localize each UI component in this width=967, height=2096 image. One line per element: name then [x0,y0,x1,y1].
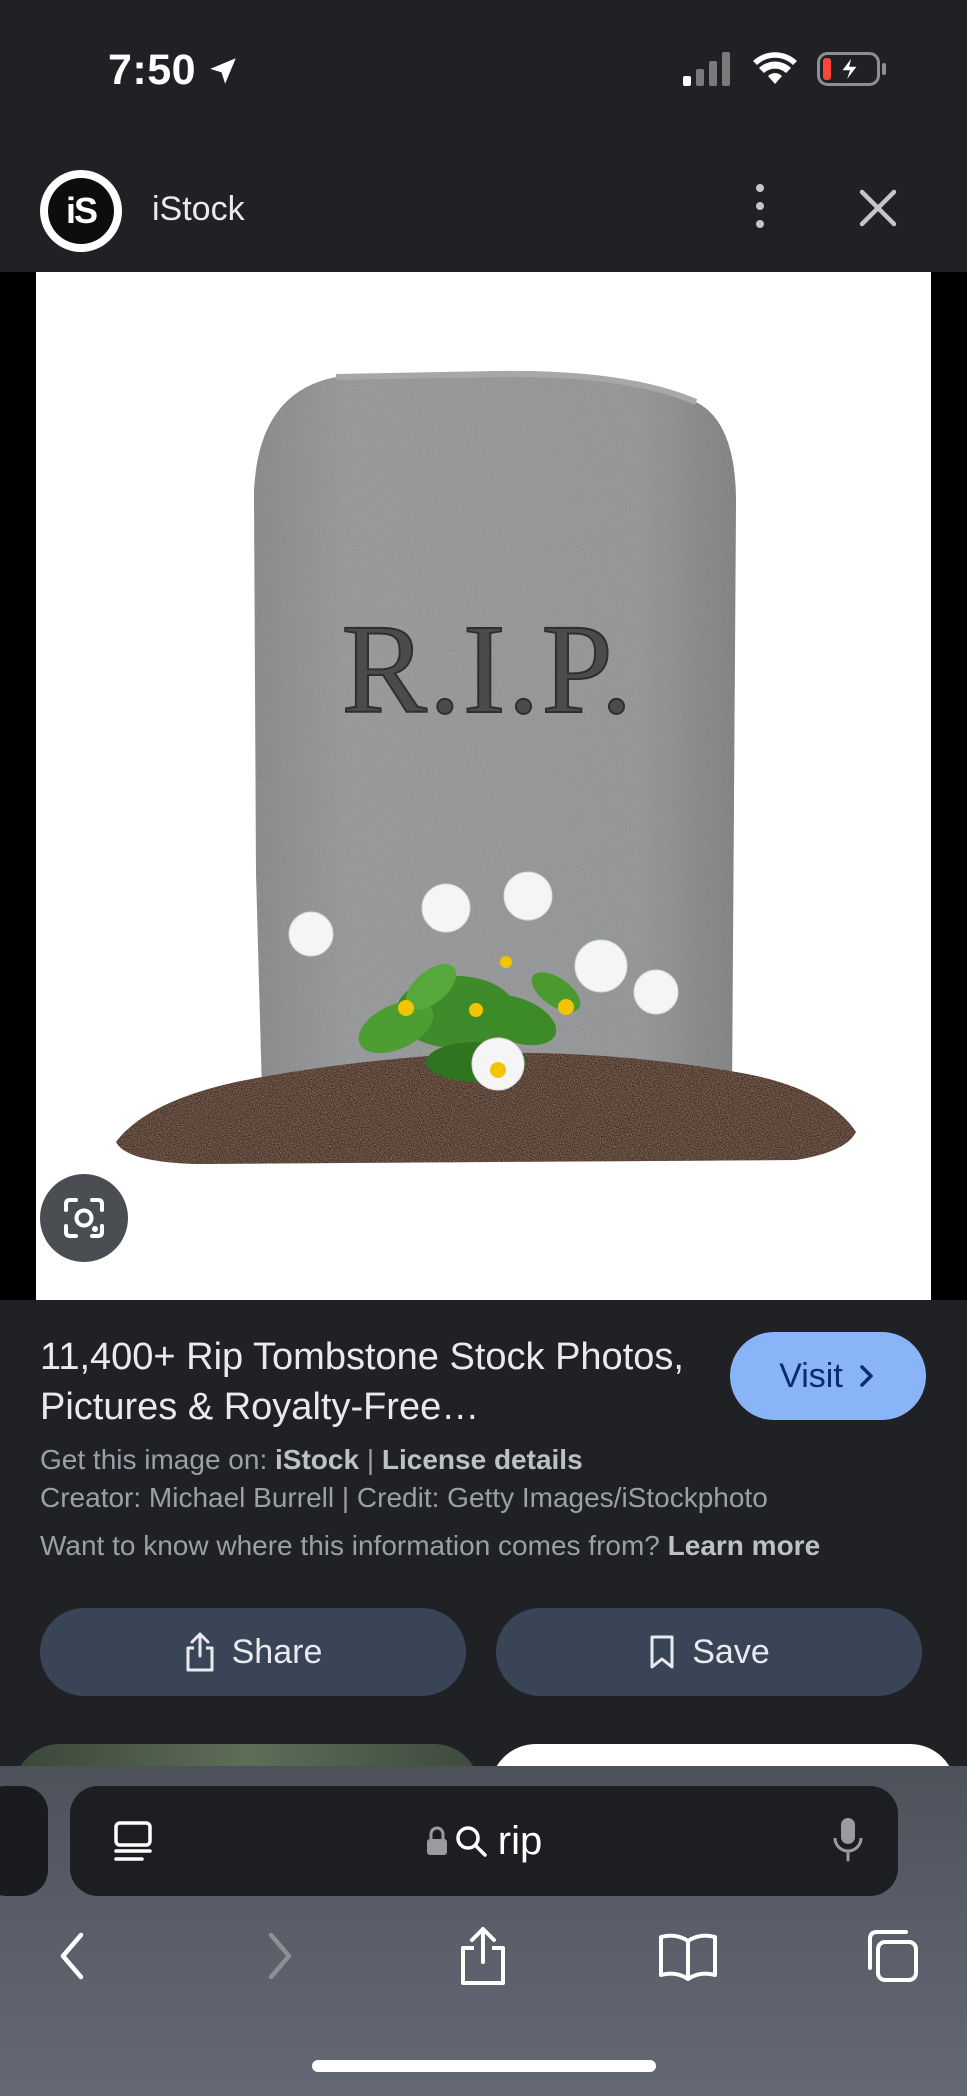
image-panel: R.I.P. [0,272,967,1300]
book-icon [659,1933,717,1981]
result-header: iS iStock [0,160,967,272]
istock-logo: iS [40,170,122,252]
share-icon [461,1927,505,1985]
save-label: Save [692,1632,770,1671]
logo-text: iS [48,178,114,244]
chevron-right-icon [268,1932,292,1980]
site-name: iStock [152,190,245,228]
address-text: rip [497,1818,543,1863]
result-title[interactable]: 11,400+ Rip Tombstone Stock Photos, Pict… [40,1332,690,1432]
save-button[interactable]: Save [496,1608,922,1696]
visit-label: Visit [779,1356,843,1395]
battery-charging-icon [817,52,886,86]
share-label: Share [231,1632,323,1671]
safari-nav-toolbar [0,1926,967,2006]
share-button[interactable]: Share [40,1608,466,1696]
location-arrow-icon [210,57,236,84]
tabs-icon [868,1930,918,1982]
cellular-signal-icon [683,52,730,86]
image-source-line: Get this image on: iStock | License deta… [40,1444,583,1476]
microphone-icon[interactable] [832,1816,864,1864]
chevron-left-icon [60,1932,84,1980]
learn-more-link[interactable]: Learn more [668,1530,821,1561]
bookmark-icon [650,1635,674,1669]
tombstone-image: R.I.P. [116,370,856,1164]
info-source-line: Want to know where this information come… [40,1530,820,1562]
share-icon [186,1632,214,1672]
source-link[interactable]: iStock [275,1444,359,1475]
separator: | [359,1444,382,1475]
chevron-right-icon [860,1365,873,1387]
address-content: rip [70,1786,898,1896]
info-question: Want to know where this information come… [40,1530,668,1561]
more-options-icon[interactable] [742,178,778,234]
lens-icon [64,1198,104,1238]
browser-toolbar: rip [0,1766,967,2096]
result-image[interactable]: R.I.P. [36,272,931,1300]
creator-credit-line: Creator: Michael Burrell | Credit: Getty… [40,1482,768,1513]
engraving-text: R.I.P. [342,598,635,740]
search-icon [456,1826,487,1857]
forward-button[interactable] [250,1926,310,1986]
get-image-prefix: Get this image on: [40,1444,276,1475]
home-indicator[interactable] [312,2060,656,2072]
address-bar[interactable]: rip [70,1786,898,1896]
tabs-button[interactable] [862,1926,922,1986]
status-icons [683,52,887,86]
lock-icon [426,1826,447,1855]
visit-button[interactable]: Visit [730,1332,926,1420]
back-button[interactable] [42,1926,102,1986]
google-lens-button[interactable] [40,1174,128,1262]
screen: 7:50 iS iStock R.I.P. 11,400+ Rip Tombst… [0,0,967,2096]
status-bar: 7:50 [0,0,967,140]
license-details-link[interactable]: License details [382,1444,583,1475]
time-text: 7:50 [108,46,197,94]
bookmarks-button[interactable] [658,1926,718,1986]
share-page-button[interactable] [453,1926,513,1986]
status-time: 7:50 [108,46,240,95]
previous-tab-peek[interactable] [0,1786,48,1896]
close-icon[interactable] [852,182,904,234]
wifi-icon [753,52,797,84]
